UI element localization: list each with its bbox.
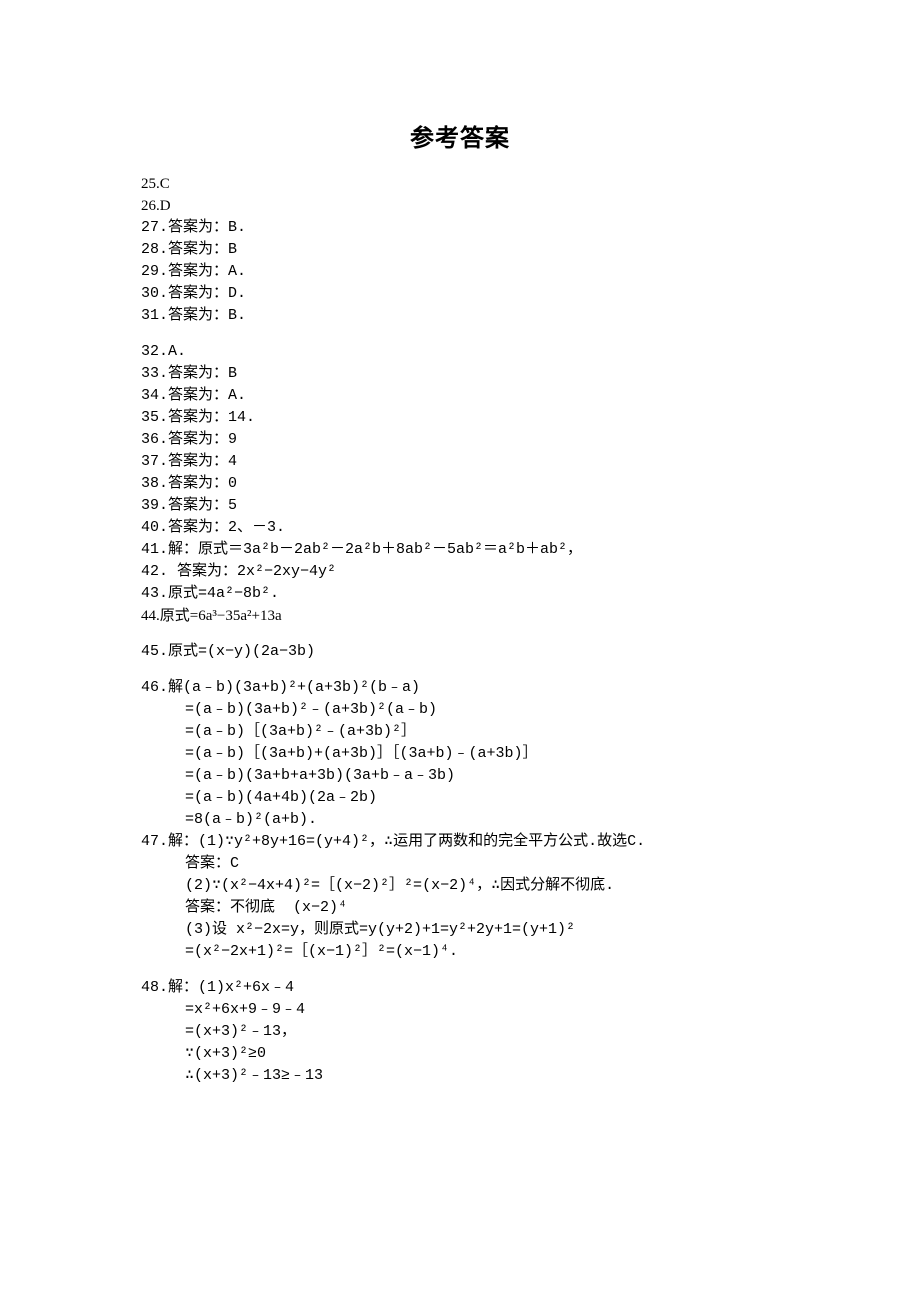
answer-36: 36.答案为：9 xyxy=(141,429,779,451)
answer-44: 44.原式=6a³−35a²+13a xyxy=(141,605,779,627)
answer-41: 41.解：原式＝3a²b－2ab²－2a²b＋8ab²－5ab²＝a²b＋ab²… xyxy=(141,539,779,561)
answer-45: 45.原式=(x−y)(2a−3b) xyxy=(141,641,779,663)
answer-48-line1: 48.解：(1)x²+6x﹣4 xyxy=(141,977,779,999)
answer-48-line4: ∵(x+3)²≥0 xyxy=(141,1043,779,1065)
answer-31: 31.答案为：B. xyxy=(141,305,779,327)
answer-47-line3: (2)∵(x²−4x+4)²=［(x−2)²］²=(x−2)⁴，∴因式分解不彻底… xyxy=(141,875,779,897)
answer-48-line5: ∴(x+3)²﹣13≥﹣13 xyxy=(141,1065,779,1087)
answer-46-line4: =(a﹣b)［(3a+b)+(a+3b)］［(3a+b)﹣(a+3b)］ xyxy=(141,743,779,765)
answer-30: 30.答案为：D. xyxy=(141,283,779,305)
answer-39: 39.答案为：5 xyxy=(141,495,779,517)
answer-29: 29.答案为：A. xyxy=(141,261,779,283)
answer-47-line6: =(x²−2x+1)²=［(x−1)²］²=(x−1)⁴. xyxy=(141,941,779,963)
answer-27: 27.答案为：B. xyxy=(141,217,779,239)
answer-46-line7: =8(a﹣b)²(a+b). xyxy=(141,809,779,831)
answer-47-line2: 答案：C xyxy=(141,853,779,875)
answer-46-line1: 46.解(a﹣b)(3a+b)²+(a+3b)²(b﹣a) xyxy=(141,677,779,699)
answer-46-line3: =(a﹣b)［(3a+b)²﹣(a+3b)²］ xyxy=(141,721,779,743)
answer-47-line5: (3)设 x²−2x=y，则原式=y(y+2)+1=y²+2y+1=(y+1)² xyxy=(141,919,779,941)
answer-26: 26.D xyxy=(141,195,779,217)
answer-35: 35.答案为：14. xyxy=(141,407,779,429)
answer-46-line2: =(a﹣b)(3a+b)²﹣(a+3b)²(a﹣b) xyxy=(141,699,779,721)
answer-34: 34.答案为：A. xyxy=(141,385,779,407)
answer-48-line2: =x²+6x+9﹣9﹣4 xyxy=(141,999,779,1021)
answer-47-line1: 47.解：(1)∵y²+8y+16=(y+4)²，∴运用了两数和的完全平方公式.… xyxy=(141,831,779,853)
answer-37: 37.答案为：4 xyxy=(141,451,779,473)
answer-33: 33.答案为：B xyxy=(141,363,779,385)
answer-42: 42. 答案为：2x²−2xy−4y² xyxy=(141,561,779,583)
answer-28: 28.答案为：B xyxy=(141,239,779,261)
answer-48-line3: =(x+3)²﹣13， xyxy=(141,1021,779,1043)
answer-47-line4: 答案：不彻底 (x−2)⁴ xyxy=(141,897,779,919)
page-title: 参考答案 xyxy=(141,118,779,153)
answer-46-line6: =(a﹣b)(4a+4b)(2a﹣2b) xyxy=(141,787,779,809)
answer-40: 40.答案为：2、－3. xyxy=(141,517,779,539)
answer-38: 38.答案为：0 xyxy=(141,473,779,495)
answer-32: 32.A. xyxy=(141,341,779,363)
answer-25: 25.C xyxy=(141,173,779,195)
answer-46-line5: =(a﹣b)(3a+b+a+3b)(3a+b﹣a﹣3b) xyxy=(141,765,779,787)
answer-43: 43.原式=4a²−8b². xyxy=(141,583,779,605)
